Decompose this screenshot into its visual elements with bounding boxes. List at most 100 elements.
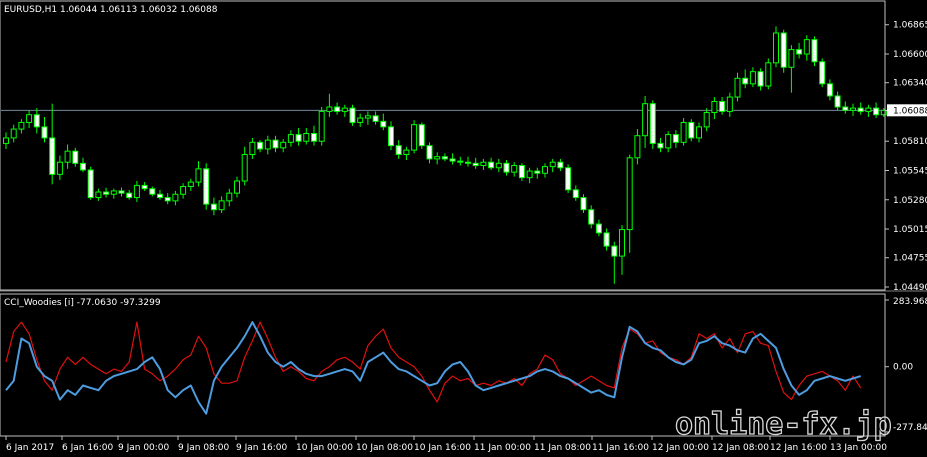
indicator-title: CCI_Woodies [i] -77.0630 -97.3299: [4, 298, 161, 308]
candle-body: [503, 162, 510, 173]
candle-body: [326, 106, 333, 112]
candle-body: [41, 126, 48, 139]
candle-body: [210, 203, 217, 211]
candle-body: [765, 62, 772, 87]
candle-body: [773, 32, 779, 64]
candle-body: [549, 161, 556, 168]
candle-body: [172, 193, 179, 202]
time-tick-label: 6 Jan 16:00: [62, 443, 114, 453]
candle-body: [488, 161, 495, 169]
candle-body: [234, 180, 240, 194]
watermark-logo: online-fx.jp: [675, 407, 892, 442]
candle-body: [18, 121, 25, 130]
candle-body: [380, 120, 387, 128]
candle-body: [33, 114, 40, 128]
candle-body: [80, 162, 86, 171]
candle-body: [87, 169, 94, 199]
candle-body: [426, 145, 433, 160]
candle-body: [218, 200, 225, 211]
time-tick-label: 11 Jan 08:00: [534, 443, 591, 453]
candle-body: [357, 117, 364, 123]
candle-body: [341, 107, 348, 112]
candle-body: [657, 142, 664, 149]
time-tick-label: 11 Jan 16:00: [592, 443, 649, 453]
candle-body: [742, 77, 749, 85]
time-tick-label: 12 Jan 16:00: [770, 443, 827, 453]
candle-body: [187, 181, 194, 188]
candle-body: [133, 184, 140, 199]
candle-body: [626, 157, 633, 231]
candle-body: [411, 124, 418, 151]
candle-body: [195, 168, 202, 183]
candle-body: [303, 133, 310, 142]
candle-body: [634, 135, 641, 159]
candle-body: [395, 145, 402, 155]
candle-body: [572, 189, 579, 199]
price-tick-label: 1.04755: [893, 254, 927, 264]
time-tick-label: 13 Jan 00:00: [830, 443, 887, 453]
candle-body: [388, 126, 394, 147]
candle-body: [857, 107, 864, 112]
candle-body: [118, 190, 125, 194]
candle-body: [734, 77, 741, 98]
candle-body: [526, 170, 533, 179]
time-tick-label: 9 Jan 16:00: [236, 443, 288, 453]
candle-body: [711, 100, 718, 114]
price-tick-label: 1.06340: [893, 79, 927, 89]
candle-body: [819, 61, 826, 85]
candle-body: [318, 110, 325, 142]
candle-body: [680, 121, 687, 143]
trading-terminal-chart[interactable]: EURUSD,H1 1.06044 1.06113 1.06032 1.0608…: [0, 0, 927, 457]
candle-body: [257, 141, 264, 150]
candle-body: [865, 107, 872, 112]
price-tick-label: 1.05015: [893, 225, 927, 235]
candle-body: [796, 49, 803, 55]
current-price-label: 1.06088: [893, 106, 927, 116]
candle-body: [811, 39, 818, 63]
candle-body: [518, 165, 525, 179]
candle-body: [449, 158, 456, 162]
time-tick-label: 10 Jan 16:00: [414, 443, 471, 453]
time-tick-label: 10 Jan 08:00: [356, 443, 413, 453]
time-tick-label: 6 Jan 2017: [6, 443, 54, 453]
time-tick-label: 10 Jan 00:00: [296, 443, 353, 453]
candle-body: [3, 137, 9, 144]
candle-body: [873, 107, 880, 116]
candle-body: [295, 134, 302, 142]
candle-body: [703, 112, 710, 128]
candle-body: [588, 209, 595, 225]
candle-body: [457, 160, 464, 163]
candle-body: [565, 167, 572, 191]
candle-body: [72, 150, 79, 164]
candle-body: [780, 32, 787, 68]
indicator-tick-label: 283.9686: [893, 297, 927, 307]
time-tick-label: 9 Jan 08:00: [178, 443, 230, 453]
candle-body: [757, 71, 764, 87]
candle-body: [110, 190, 117, 195]
candle-body: [56, 161, 63, 175]
candle-body: [465, 161, 471, 164]
candle-body: [64, 150, 71, 163]
indicator-tick-label: -277.8417: [893, 423, 927, 433]
candle-body: [726, 96, 733, 112]
price-tick-label: 1.06600: [893, 50, 927, 60]
candle-body: [803, 39, 810, 55]
price-tick-label: 1.06865: [893, 21, 927, 31]
candle-body: [441, 156, 448, 160]
candle-body: [850, 107, 856, 111]
candle-body: [180, 186, 187, 195]
candle-body: [241, 153, 248, 182]
candle-body: [696, 126, 702, 139]
candle-body: [665, 134, 672, 149]
time-tick-label: 9 Jan 00:00: [118, 443, 170, 453]
candle-body: [826, 83, 833, 97]
indicator-tick-label: 0.00: [893, 363, 913, 373]
candle-body: [557, 161, 564, 169]
price-tick-label: 1.05545: [893, 166, 927, 176]
candle-body: [372, 115, 379, 122]
candle-body: [164, 197, 171, 202]
candle-body: [534, 170, 541, 174]
candle-body: [272, 139, 279, 149]
candle-body: [642, 103, 649, 137]
candle-body: [364, 115, 371, 119]
